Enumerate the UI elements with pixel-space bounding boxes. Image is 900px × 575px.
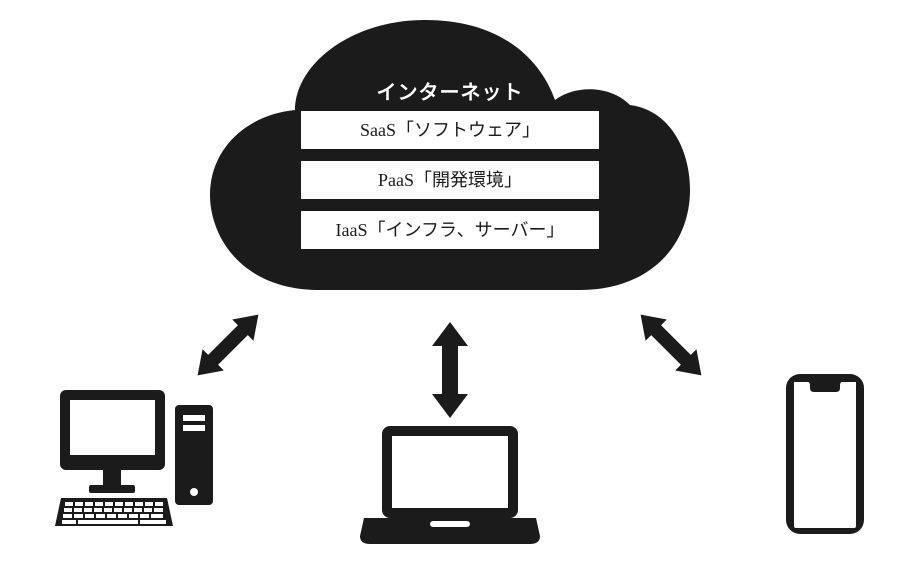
smartphone-icon <box>780 370 870 540</box>
cloud-layers: SaaS「ソフトウェア」 PaaS「開発環境」 IaaS「インフラ、サーバー」 <box>300 110 600 250</box>
cloud-title: インターネット <box>210 76 690 105</box>
layer-paas: PaaS「開発環境」 <box>300 160 600 200</box>
layer-iaas: IaaS「インフラ、サーバー」 <box>300 210 600 250</box>
layer-saas: SaaS「ソフトウェア」 <box>300 110 600 150</box>
laptop-icon <box>360 420 540 550</box>
arrow-cloud-phone <box>626 300 716 390</box>
arrow-cloud-pc <box>183 300 273 390</box>
arrow-cloud-laptop <box>418 320 482 420</box>
desktop-pc-icon <box>55 380 225 535</box>
cloud: インターネット SaaS「ソフトウェア」 PaaS「開発環境」 IaaS「インフ… <box>210 10 690 310</box>
diagram-stage: インターネット SaaS「ソフトウェア」 PaaS「開発環境」 IaaS「インフ… <box>0 0 900 575</box>
